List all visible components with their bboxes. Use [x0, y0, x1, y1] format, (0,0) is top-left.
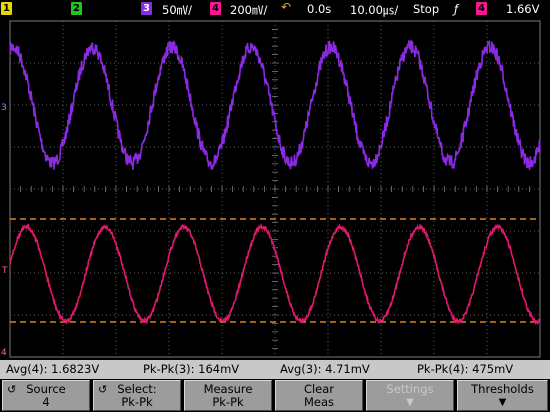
channel-4-scale: 200㎷/	[230, 3, 268, 17]
graticule	[9, 20, 541, 358]
trigger-edge-icon: ƒ	[454, 2, 459, 16]
rotate-knob-icon: ↺	[98, 383, 108, 396]
channel-4-ground-marker[interactable]: 4	[1, 348, 7, 358]
trigger-level: 1.66V	[506, 2, 540, 16]
timebase: 10.00㎲/	[350, 3, 399, 17]
channel-4-indicator[interactable]: 4	[210, 2, 221, 15]
select-value: Pk-Pk	[121, 395, 153, 409]
channel-3-indicator[interactable]: 3	[141, 2, 152, 15]
source-value: 4	[42, 395, 50, 409]
thresholds-softkey[interactable]: Thresholds ▼	[457, 380, 548, 411]
run-state[interactable]: Stop	[413, 2, 439, 16]
meas-label: Meas	[303, 395, 335, 409]
source-softkey[interactable]: ↺ Source 4	[2, 380, 90, 411]
settings-label: Settings	[386, 382, 434, 396]
channel-4-trace	[9, 222, 541, 326]
trigger-position-icon: ↶	[281, 0, 292, 14]
oscilloscope-screen: 1 2 3 50㎷/ 4 200㎷/ ↶ 0.0s 10.00㎲/ Stop ƒ…	[0, 0, 550, 412]
thresholds-menu-arrow-icon: ▼	[498, 397, 507, 408]
rotate-knob-icon: ↺	[7, 383, 17, 396]
trigger-channel-indicator: 4	[476, 2, 487, 15]
time-offset: 0.0s	[307, 2, 332, 16]
softkey-row: ↺ Source 4 ↺ Select: Pk-Pk Measure Pk-Pk…	[0, 379, 550, 412]
trigger-level-marker[interactable]: T	[1, 266, 8, 276]
measurement-pkpk-ch4: Pk-Pk(4): 475mV	[417, 362, 514, 376]
settings-softkey[interactable]: Settings ▼	[366, 380, 454, 411]
clear-meas-softkey[interactable]: Clear Meas	[275, 380, 363, 411]
measurement-bar: Avg(4): 1.6823V Pk-Pk(3): 164mV Avg(3): …	[0, 360, 550, 379]
channel-3-ground-marker[interactable]: 3	[1, 103, 7, 113]
settings-menu-arrow-icon: ▼	[406, 397, 414, 408]
channel-2-indicator[interactable]: 2	[71, 2, 82, 15]
measurement-pkpk-ch3: Pk-Pk(3): 164mV	[143, 362, 240, 376]
select-softkey[interactable]: ↺ Select: Pk-Pk	[93, 380, 181, 411]
status-bar: 1 2 3 50㎷/ 4 200㎷/ ↶ 0.0s 10.00㎲/ Stop ƒ…	[0, 0, 550, 18]
channel-1-indicator[interactable]: 1	[1, 2, 12, 15]
thresholds-label: Thresholds	[471, 382, 534, 396]
measure-value: Pk-Pk	[212, 395, 244, 409]
measurement-avg-ch4: Avg(4): 1.6823V	[6, 362, 100, 376]
measure-softkey[interactable]: Measure Pk-Pk	[184, 380, 272, 411]
measurement-avg-ch3: Avg(3): 4.71mV	[280, 362, 370, 376]
channel-3-scale: 50㎷/	[162, 3, 193, 17]
waveform-display: 3 T 4	[1, 20, 541, 358]
